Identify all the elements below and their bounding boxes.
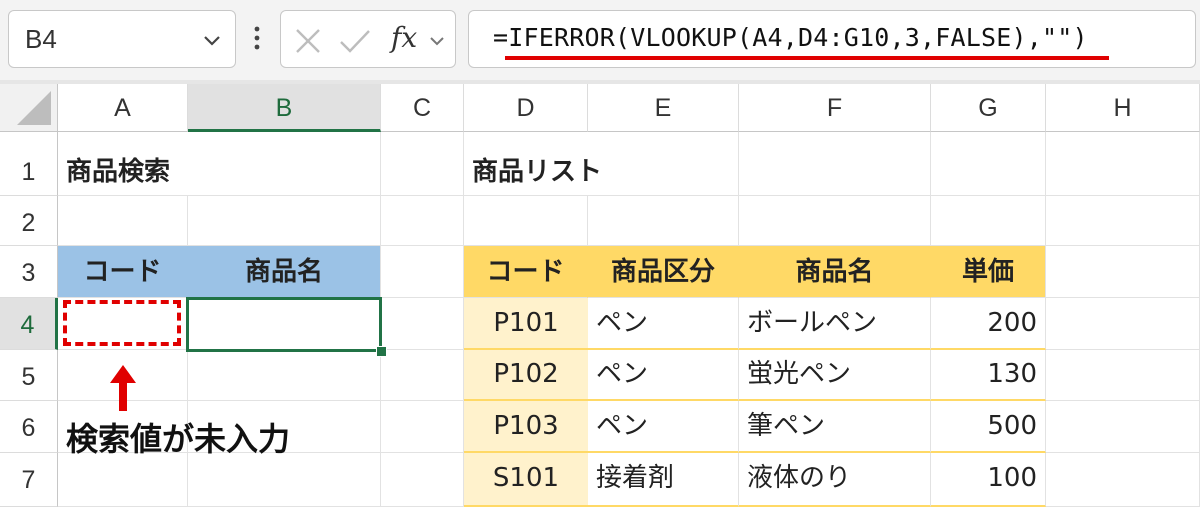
row-header-6[interactable]: 6: [0, 401, 58, 453]
select-all-button[interactable]: [0, 84, 58, 132]
column-header-a[interactable]: A: [58, 84, 188, 132]
cell-d2[interactable]: [464, 196, 588, 246]
cell-c1[interactable]: [381, 132, 464, 196]
cell-a2[interactable]: [58, 196, 188, 246]
chevron-down-icon[interactable]: [429, 36, 445, 46]
formula-buttons: fx: [280, 10, 456, 68]
empty-search-highlight: [63, 300, 181, 346]
name-box-value: B4: [25, 24, 57, 54]
cell-b1[interactable]: [188, 132, 381, 196]
cell-c6[interactable]: [381, 401, 464, 453]
cell-f1[interactable]: [739, 132, 931, 196]
cell-b3-header-name[interactable]: 商品名: [188, 246, 381, 298]
cell-b2[interactable]: [188, 196, 381, 246]
list-row-3-name[interactable]: 筆ペン: [739, 401, 931, 453]
list-row-1-code[interactable]: P101: [464, 298, 588, 350]
list-row-3-code[interactable]: P103: [464, 401, 588, 453]
cell-b7[interactable]: [188, 453, 381, 507]
list-row-4-name[interactable]: 液体のり: [739, 453, 931, 507]
check-icon[interactable]: [339, 28, 371, 54]
formula-input[interactable]: =IFERROR(VLOOKUP(A4,D4:G10,3,FALSE),""): [468, 10, 1196, 68]
cell-c3[interactable]: [381, 246, 464, 298]
cell-e1[interactable]: [588, 132, 739, 196]
cell-e2[interactable]: [588, 196, 739, 246]
list-row-3-price[interactable]: 500: [931, 401, 1046, 453]
fill-handle[interactable]: [376, 346, 387, 357]
cell-h4[interactable]: [1046, 298, 1200, 350]
cell-d3-header[interactable]: コード: [464, 246, 588, 298]
row-header-4[interactable]: 4: [0, 298, 58, 350]
cell-f2[interactable]: [739, 196, 931, 246]
cell-c5[interactable]: [381, 350, 464, 401]
cell-b5[interactable]: [188, 350, 381, 401]
list-row-2-category[interactable]: ペン: [588, 350, 739, 401]
column-header-b[interactable]: B: [188, 84, 381, 132]
list-row-1-category[interactable]: ペン: [588, 298, 739, 350]
column-header-h[interactable]: H: [1046, 84, 1200, 132]
column-header-f[interactable]: F: [739, 84, 931, 132]
active-cell-border: [186, 297, 382, 352]
column-header-c[interactable]: C: [381, 84, 464, 132]
cell-a7[interactable]: [58, 453, 188, 507]
row-header-5[interactable]: 5: [0, 350, 58, 401]
cancel-icon[interactable]: [295, 28, 321, 54]
cell-h1[interactable]: [1046, 132, 1200, 196]
column-header-d[interactable]: D: [464, 84, 588, 132]
list-row-4-category[interactable]: 接着剤: [588, 453, 739, 507]
list-row-4-code[interactable]: S101: [464, 453, 588, 507]
cell-f3-header[interactable]: 商品名: [739, 246, 931, 298]
name-box[interactable]: B4: [8, 10, 236, 68]
cell-g1[interactable]: [931, 132, 1046, 196]
row-header-2[interactable]: 2: [0, 196, 58, 246]
insert-function-button[interactable]: fx: [391, 21, 417, 54]
formula-bar: B4 fx =IFERROR(VLOOKUP(A4,D4:G10,3,FALSE…: [0, 0, 1200, 80]
cell-e3-header[interactable]: 商品区分: [588, 246, 739, 298]
arrow-up-icon: [110, 365, 136, 411]
chevron-down-icon[interactable]: [203, 35, 221, 47]
cell-g3-header[interactable]: 単価: [931, 246, 1046, 298]
more-options-icon[interactable]: [253, 25, 261, 51]
row-header-1[interactable]: 1: [0, 132, 58, 196]
cell-c2[interactable]: [381, 196, 464, 246]
cell-c4[interactable]: [381, 298, 464, 350]
cell-a3-header-code[interactable]: コード: [58, 246, 188, 298]
annotation-note: 検索値が未入力: [66, 420, 291, 458]
cell-a1[interactable]: 商品検索: [58, 132, 188, 196]
cell-g2[interactable]: [931, 196, 1046, 246]
cell-c7[interactable]: [381, 453, 464, 507]
cell-h5[interactable]: [1046, 350, 1200, 401]
cell-h2[interactable]: [1046, 196, 1200, 246]
row-header-3[interactable]: 3: [0, 246, 58, 298]
list-row-2-name[interactable]: 蛍光ペン: [739, 350, 931, 401]
cell-h7[interactable]: [1046, 453, 1200, 507]
cell-h3[interactable]: [1046, 246, 1200, 298]
row-header-7[interactable]: 7: [0, 453, 58, 507]
list-row-2-price[interactable]: 130: [931, 350, 1046, 401]
list-row-3-category[interactable]: ペン: [588, 401, 739, 453]
list-row-1-price[interactable]: 200: [931, 298, 1046, 350]
list-row-2-code[interactable]: P102: [464, 350, 588, 401]
list-row-4-price[interactable]: 100: [931, 453, 1046, 507]
cell-d1[interactable]: 商品リスト: [464, 132, 602, 196]
formula-text: =IFERROR(VLOOKUP(A4,D4:G10,3,FALSE),""): [493, 23, 1088, 52]
formula-underline: [505, 56, 1109, 60]
cell-h6[interactable]: [1046, 401, 1200, 453]
list-row-1-name[interactable]: ボールペン: [739, 298, 931, 350]
column-header-g[interactable]: G: [931, 84, 1046, 132]
column-header-e[interactable]: E: [588, 84, 739, 132]
